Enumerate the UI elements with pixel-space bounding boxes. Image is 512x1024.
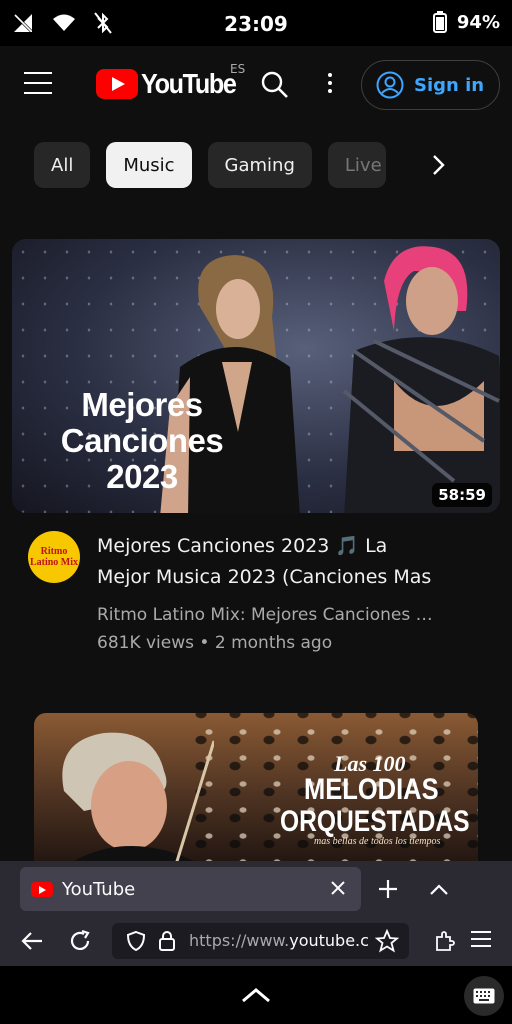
browser-tab[interactable]: YouTube xyxy=(20,867,361,911)
youtube-logo[interactable]: YouTube xyxy=(96,68,246,100)
account-icon xyxy=(376,71,404,99)
reload-icon[interactable] xyxy=(68,929,92,953)
conductor-image xyxy=(62,732,214,863)
chip-music[interactable]: Music xyxy=(106,142,192,188)
view-count: 681K views xyxy=(97,633,195,653)
url-text[interactable]: https://www.youtube.com xyxy=(189,931,369,950)
thumbnail-text-line1: MELODIAS xyxy=(304,773,439,806)
youtube-favicon-icon xyxy=(31,881,53,897)
lock-icon[interactable] xyxy=(157,930,177,952)
chevron-up-nav-icon[interactable] xyxy=(240,986,272,1004)
tab-title: YouTube xyxy=(62,878,136,900)
video-duration: 58:59 xyxy=(432,483,492,507)
video-metadata: Ritmo Latino Mix: Mejores Canciones Mas … xyxy=(97,601,447,657)
system-nav-bar xyxy=(0,966,512,1024)
video-thumbnail[interactable]: Mejores Canciones 2023 58:59 xyxy=(12,239,500,513)
sign-in-button[interactable]: Sign in xyxy=(361,60,500,110)
youtube-header: YouTube ES Sign in xyxy=(0,46,512,126)
back-arrow-icon[interactable] xyxy=(20,930,44,952)
battery-percent: 94% xyxy=(456,11,500,33)
new-tab-icon[interactable] xyxy=(377,878,399,900)
hamburger-menu-icon[interactable] xyxy=(24,72,56,96)
thumbnail-text-line2: ORQUESTADAS xyxy=(280,805,470,838)
avatar-text: Ritmo Latino Mix xyxy=(29,546,79,568)
thumbnail-text-subtitle: mas bellas de todos los tiempos xyxy=(314,836,441,847)
video-stats: 681K views • 2 months ago xyxy=(97,633,333,653)
video-title[interactable]: Mejores Canciones 2023 🎵 La Mejor Musica… xyxy=(97,531,442,593)
url-bar[interactable]: https://www.youtube.com xyxy=(112,923,409,959)
chip-gaming[interactable]: Gaming xyxy=(207,142,312,188)
upload-age: 2 months ago xyxy=(214,633,333,653)
youtube-play-icon xyxy=(96,69,138,99)
channel-name[interactable]: Ritmo Latino Mix: Mejores Canciones Mas … xyxy=(97,601,447,629)
thumbnail-title: Mejores Canciones 2023 xyxy=(60,386,224,495)
video-thumbnail-2[interactable]: Las 100 MELODIAS ORQUESTADAS mas bellas … xyxy=(34,713,478,863)
chevron-up-icon[interactable] xyxy=(428,881,450,897)
chip-all[interactable]: All xyxy=(34,142,91,188)
sign-in-label: Sign in xyxy=(414,74,485,96)
shield-icon[interactable] xyxy=(125,930,147,952)
keyboard-icon[interactable] xyxy=(464,976,504,1016)
browser-tab-bar: YouTube xyxy=(0,861,512,916)
region-code: ES xyxy=(230,62,246,76)
close-tab-icon[interactable] xyxy=(329,879,347,897)
status-bar: 23:09 94% xyxy=(0,0,512,46)
extensions-icon[interactable] xyxy=(433,929,457,953)
search-icon[interactable] xyxy=(260,70,290,100)
battery-icon xyxy=(432,11,447,33)
more-options-icon[interactable] xyxy=(320,70,340,98)
chip-live[interactable]: Live xyxy=(327,142,386,188)
channel-avatar[interactable]: Ritmo Latino Mix xyxy=(28,531,80,583)
bookmark-star-icon[interactable] xyxy=(375,929,399,953)
browser-toolbar: https://www.youtube.com xyxy=(0,916,512,966)
browser-menu-icon[interactable] xyxy=(471,931,491,952)
thumbnail-person-right xyxy=(342,246,500,513)
category-chips: All Music Gaming Live xyxy=(34,142,386,188)
logo-text: YouTube xyxy=(141,68,237,99)
chevron-right-icon[interactable] xyxy=(426,152,450,178)
